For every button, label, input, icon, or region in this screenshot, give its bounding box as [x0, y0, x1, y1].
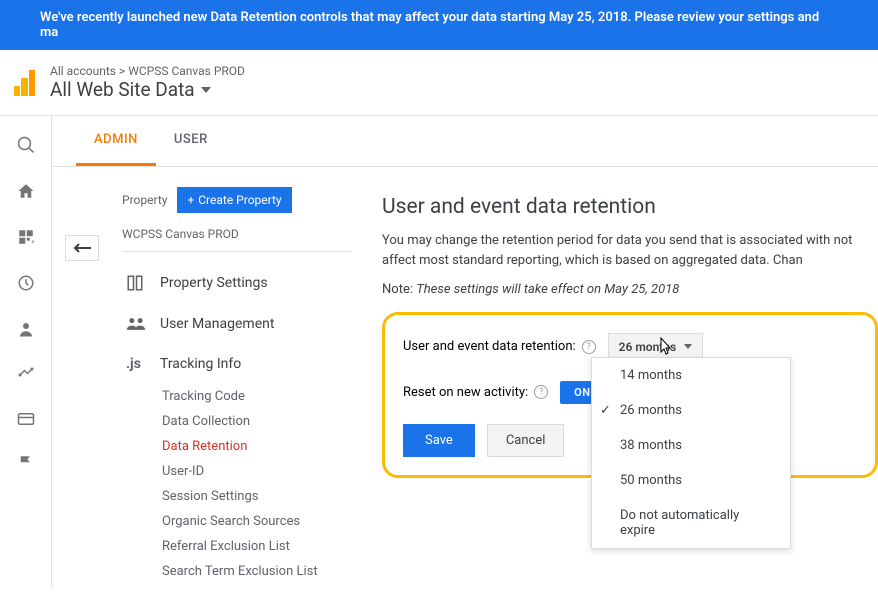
- property-label: Property: [122, 193, 167, 207]
- back-button[interactable]: [65, 235, 99, 261]
- person-icon[interactable]: [17, 320, 35, 338]
- dd-option-noexpire[interactable]: Do not automatically expire: [592, 498, 790, 548]
- acquisition-icon[interactable]: [17, 366, 35, 384]
- plus-icon: +: [187, 193, 194, 207]
- conversions-icon[interactable]: [17, 412, 35, 426]
- dd-option-50[interactable]: 50 months: [592, 463, 790, 498]
- clock-icon[interactable]: [17, 274, 35, 292]
- dashboard-icon[interactable]: +: [17, 228, 35, 246]
- analytics-logo: [14, 70, 36, 96]
- caret-down-icon: [201, 87, 211, 93]
- tracking-sub-list: Tracking Code Data Collection Data Reten…: [122, 384, 352, 584]
- reset-label: Reset on new activity:: [403, 385, 528, 400]
- icon-rail: +: [0, 116, 52, 587]
- sub-organic-search[interactable]: Organic Search Sources: [162, 509, 352, 534]
- sub-session-settings[interactable]: Session Settings: [162, 484, 352, 509]
- js-icon: .js: [126, 356, 148, 372]
- home-icon[interactable]: [17, 182, 35, 200]
- flag-icon[interactable]: [17, 454, 35, 472]
- menu-property-settings[interactable]: Property Settings: [122, 262, 352, 304]
- arrow-left-icon: [73, 242, 91, 254]
- dd-option-26[interactable]: ✓26 months: [592, 393, 790, 428]
- help-icon[interactable]: ?: [582, 340, 596, 354]
- panel-title: User and event data retention: [382, 195, 878, 219]
- sub-data-collection[interactable]: Data Collection: [162, 409, 352, 434]
- tabs: ADMIN USER: [52, 116, 878, 167]
- cancel-button[interactable]: Cancel: [487, 424, 565, 457]
- sub-user-id[interactable]: User-ID: [162, 459, 352, 484]
- sub-referral-exclusion[interactable]: Referral Exclusion List: [162, 534, 352, 559]
- menu-user-management[interactable]: User Management: [122, 304, 352, 344]
- sub-data-retention[interactable]: Data Retention: [162, 434, 352, 459]
- property-name[interactable]: WCPSS Canvas PROD: [122, 223, 352, 252]
- help-icon[interactable]: ?: [534, 385, 548, 399]
- header: All accounts > WCPSS Canvas PROD All Web…: [0, 50, 878, 116]
- search-icon[interactable]: [17, 136, 35, 154]
- sub-tracking-code[interactable]: Tracking Code: [162, 384, 352, 409]
- notification-banner: We've recently launched new Data Retenti…: [0, 0, 878, 50]
- dd-option-14[interactable]: 14 months: [592, 358, 790, 393]
- sub-search-term-exclusion[interactable]: Search Term Exclusion List: [162, 559, 352, 584]
- save-button[interactable]: Save: [403, 424, 475, 457]
- menu-tracking-info[interactable]: .js Tracking Info: [122, 344, 352, 384]
- tab-user[interactable]: USER: [156, 116, 226, 166]
- check-icon: ✓: [600, 403, 611, 418]
- caret-down-icon: [684, 344, 692, 349]
- people-icon: [126, 317, 148, 331]
- highlight-box: User and event data retention: ? 26 mont…: [382, 312, 878, 478]
- retention-label: User and event data retention:: [403, 339, 576, 354]
- panel-note: Note: These settings will take effect on…: [382, 280, 878, 300]
- tab-admin[interactable]: ADMIN: [76, 116, 156, 166]
- view-selector[interactable]: All Web Site Data: [50, 78, 864, 101]
- settings-grid-icon: [126, 274, 148, 292]
- retention-dropdown: 14 months ✓26 months 38 months 50 months…: [591, 357, 791, 549]
- dd-option-38[interactable]: 38 months: [592, 428, 790, 463]
- breadcrumb[interactable]: All accounts > WCPSS Canvas PROD: [50, 64, 864, 78]
- svg-text:+: +: [31, 239, 35, 246]
- panel-description: You may change the retention period for …: [382, 231, 878, 270]
- create-property-button[interactable]: + Create Property: [177, 187, 291, 213]
